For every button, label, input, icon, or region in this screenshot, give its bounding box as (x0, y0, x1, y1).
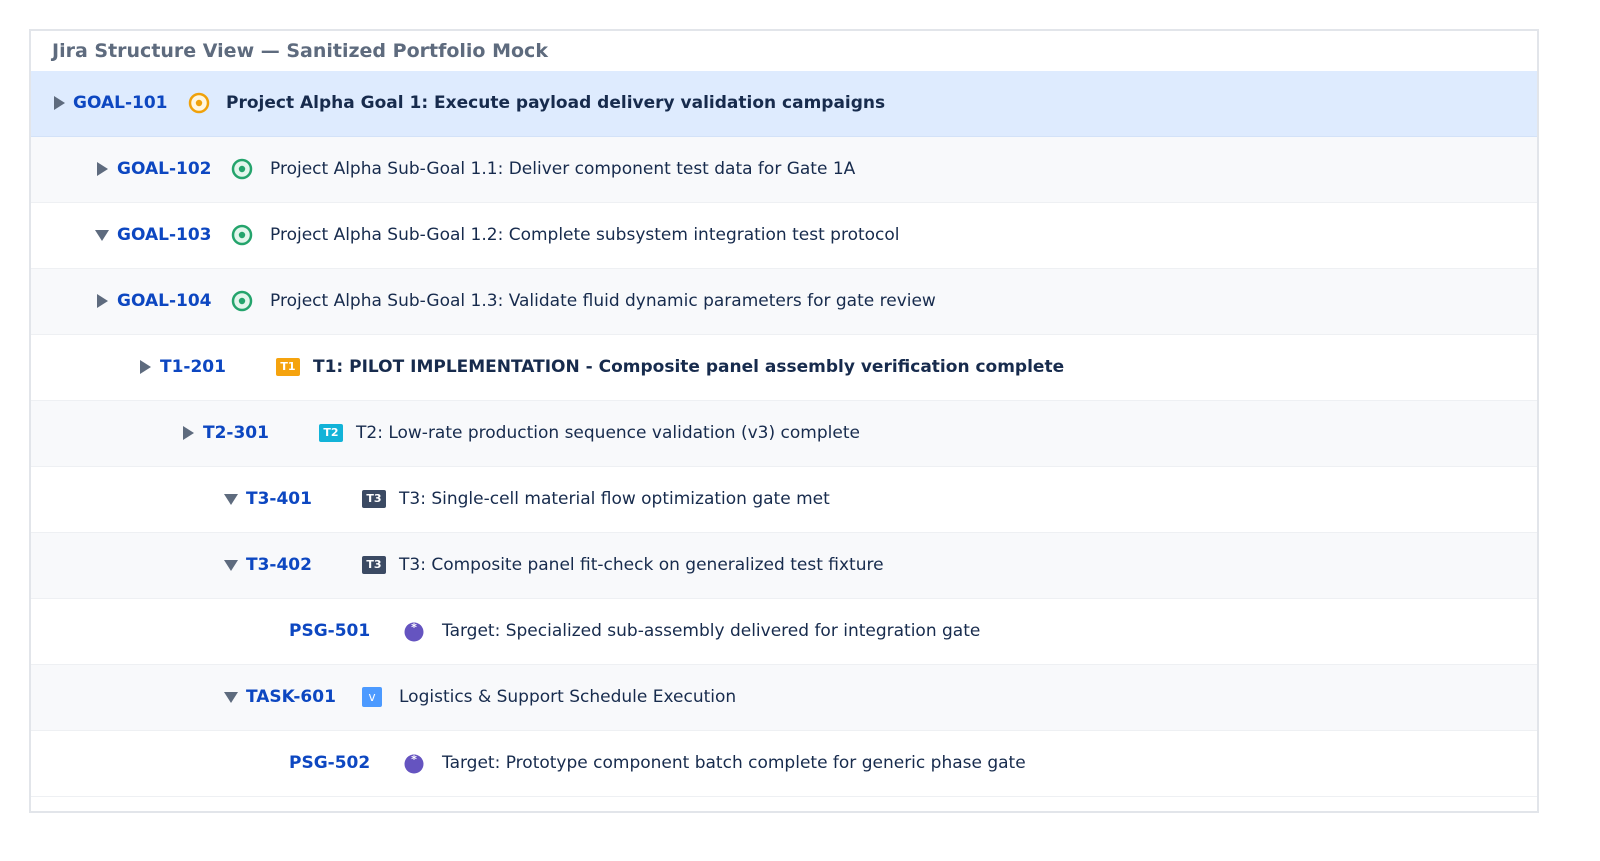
table-row[interactable]: GOAL-102 Project Alpha Sub-Goal 1.1: Del… (31, 137, 1537, 203)
expand-arrow-icon[interactable] (51, 95, 67, 111)
issue-key-link[interactable]: GOAL-102 (117, 137, 211, 202)
issue-summary: T3: Composite panel fit-check on general… (399, 555, 884, 575)
structure-panel: Jira Structure View — Sanitized Portfoli… (29, 29, 1539, 813)
page-title: Jira Structure View — Sanitized Portfoli… (52, 40, 548, 62)
issue-summary: Project Alpha Goal 1: Execute payload de… (226, 93, 886, 113)
table-row[interactable]: T3-402 T3 T3: Composite panel fit-check … (31, 533, 1537, 599)
issue-key-link[interactable]: PSG-502 (289, 731, 370, 796)
expand-arrow-icon[interactable] (94, 161, 110, 177)
table-row[interactable]: PSG-501 * Target: Specialized sub-assemb… (31, 599, 1537, 665)
issue-key-link[interactable]: TASK-601 (246, 665, 336, 730)
expand-arrow-icon[interactable] (137, 359, 153, 375)
issue-summary: T1: PILOT IMPLEMENTATION - Composite pan… (313, 357, 1065, 377)
svg-text:*: * (411, 621, 417, 634)
t3-badge-icon: T3 (362, 490, 386, 508)
svg-text:*: * (411, 753, 417, 766)
target-icon: * (403, 620, 425, 642)
table-row[interactable]: PSG-502 * Target: Prototype component ba… (31, 731, 1537, 797)
issue-key-link[interactable]: T3-401 (246, 467, 312, 532)
issue-summary: T2: Low-rate production sequence validat… (356, 423, 860, 443)
issue-summary: Target: Prototype component batch comple… (442, 753, 1026, 773)
expand-arrow-icon[interactable] (94, 293, 110, 309)
issue-key-link[interactable]: T3-402 (246, 533, 312, 598)
t2-badge-icon: T2 (319, 424, 343, 442)
issue-summary: Project Alpha Sub-Goal 1.2: Complete sub… (270, 225, 900, 245)
goal-green-icon (231, 158, 253, 180)
goal-orange-icon (188, 92, 210, 114)
table-row[interactable]: T1-201 T1 T1: PILOT IMPLEMENTATION - Com… (31, 335, 1537, 401)
table-row[interactable]: GOAL-104 Project Alpha Sub-Goal 1.3: Val… (31, 269, 1537, 335)
collapse-arrow-icon[interactable] (223, 689, 239, 705)
task-checkbox-icon: v (362, 687, 382, 707)
issue-key-link[interactable]: GOAL-101 (73, 71, 167, 136)
issue-summary: Target: Specialized sub-assembly deliver… (442, 621, 981, 641)
issue-key-link[interactable]: GOAL-104 (117, 269, 211, 334)
issue-summary: T3: Single-cell material flow optimizati… (399, 489, 830, 509)
goal-green-icon (231, 224, 253, 246)
issue-key-link[interactable]: T2-301 (203, 401, 269, 466)
goal-green-icon (231, 290, 253, 312)
target-icon: * (403, 752, 425, 774)
table-row[interactable]: GOAL-103 Project Alpha Sub-Goal 1.2: Com… (31, 203, 1537, 269)
collapse-arrow-icon[interactable] (223, 491, 239, 507)
expand-arrow-icon[interactable] (180, 425, 196, 441)
t3-badge-icon: T3 (362, 556, 386, 574)
table-row[interactable]: T3-401 T3 T3: Single-cell material flow … (31, 467, 1537, 533)
t1-badge-icon: T1 (276, 358, 300, 376)
collapse-arrow-icon[interactable] (94, 227, 110, 243)
collapse-arrow-icon[interactable] (223, 557, 239, 573)
table-row[interactable]: GOAL-101 Project Alpha Goal 1: Execute p… (31, 71, 1537, 137)
issue-summary: Project Alpha Sub-Goal 1.1: Deliver comp… (270, 159, 856, 179)
issue-key-link[interactable]: GOAL-103 (117, 203, 211, 268)
table-row[interactable]: TASK-601 v Logistics & Support Schedule … (31, 665, 1537, 731)
issue-key-link[interactable]: T1-201 (160, 335, 226, 400)
table-row[interactable]: T2-301 T2 T2: Low-rate production sequen… (31, 401, 1537, 467)
issue-key-link[interactable]: PSG-501 (289, 599, 370, 664)
issue-summary: Logistics & Support Schedule Execution (399, 687, 737, 707)
issue-summary: Project Alpha Sub-Goal 1.3: Validate flu… (270, 291, 936, 311)
